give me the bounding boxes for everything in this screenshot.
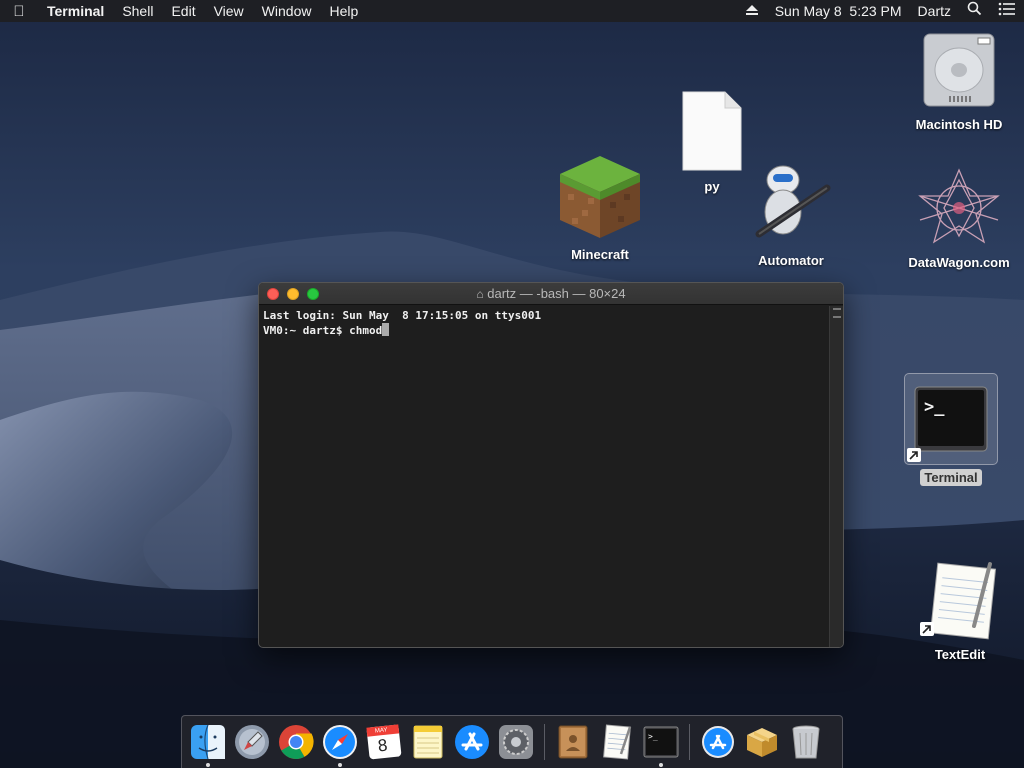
- terminal-window[interactable]: ⌂ dartz — -bash — 80×24 Last login: Sun …: [258, 282, 844, 648]
- selection-highlight: >_: [904, 373, 998, 465]
- terminal-icon: >_: [643, 726, 679, 758]
- last-login-line: Last login: Sun May 8 17:15:05 on ttys00…: [263, 309, 542, 322]
- dock-item-notes[interactable]: [408, 720, 448, 764]
- gear-icon: [499, 725, 533, 759]
- home-icon: ⌂: [476, 287, 484, 301]
- maximize-button[interactable]: [307, 287, 319, 300]
- desktop-icon-terminal[interactable]: >_ Terminal: [904, 373, 998, 486]
- dock-item-packages[interactable]: [742, 720, 782, 764]
- package-box-icon: [747, 728, 777, 757]
- apple-icon[interactable]: : [0, 3, 38, 20]
- alias-arrow-icon: [907, 448, 921, 462]
- menu-shell[interactable]: Shell: [113, 0, 162, 22]
- safari-compass-icon: [323, 725, 357, 759]
- menu-edit[interactable]: Edit: [162, 0, 204, 22]
- calendar-day: 8: [376, 735, 389, 756]
- menu-bar:  Terminal Shell Edit View Window Help S…: [0, 0, 1024, 22]
- terminal-app-icon: >_: [914, 386, 988, 452]
- menu-app-terminal[interactable]: Terminal: [38, 0, 113, 22]
- dock-item-finder[interactable]: [188, 720, 228, 767]
- window-title-text: dartz — -bash — 80×24: [487, 286, 626, 301]
- running-indicator: [659, 763, 663, 767]
- desktop-icon-automator[interactable]: Automator: [748, 160, 834, 268]
- shell-prompt: VM0:~ dartz$: [263, 324, 350, 337]
- notes-icon: [413, 725, 443, 759]
- scrollbar-grip[interactable]: [833, 308, 841, 318]
- desktop-icon-datawagon[interactable]: DataWagon.com: [900, 168, 1018, 270]
- dock-item-trash[interactable]: [786, 720, 826, 764]
- command-input[interactable]: chmod: [349, 324, 382, 337]
- desktop-icon-macintosh-hd[interactable]: Macintosh HD: [905, 30, 1013, 132]
- svg-text:>_: >_: [648, 732, 658, 741]
- window-title: ⌂ dartz — -bash — 80×24: [259, 286, 843, 301]
- textedit-app-icon: [920, 562, 997, 640]
- desktop-icon-textedit[interactable]: TextEdit: [912, 560, 1008, 662]
- dock-item-contacts[interactable]: [553, 720, 593, 764]
- prompt-line: VM0:~ dartz$ chmod: [263, 323, 825, 338]
- text-cursor: [382, 323, 390, 336]
- dock: MAY 8 >_: [181, 715, 843, 768]
- menu-window[interactable]: Window: [253, 0, 321, 22]
- chrome-icon: [279, 725, 314, 759]
- finder-icon: [191, 724, 225, 760]
- desktop-icon-label: DataWagon.com: [908, 255, 1010, 270]
- dock-separator: [689, 724, 690, 760]
- dock-item-downloads[interactable]: [698, 720, 738, 764]
- dock-item-launchpad[interactable]: [232, 720, 272, 764]
- running-indicator: [206, 763, 210, 767]
- close-button[interactable]: [267, 287, 279, 300]
- running-indicator: [338, 763, 342, 767]
- terminal-titlebar[interactable]: ⌂ dartz — -bash — 80×24: [259, 283, 843, 305]
- downloads-stack-icon: [702, 726, 734, 758]
- minecraft-block-icon: [560, 156, 640, 238]
- menu-help[interactable]: Help: [320, 0, 367, 22]
- svg-text:>_: >_: [924, 397, 945, 417]
- desktop-icon-label: Minecraft: [571, 247, 629, 262]
- document-icon: [682, 91, 742, 171]
- dock-item-chrome[interactable]: [276, 720, 316, 764]
- datawagon-star-icon: [918, 168, 1000, 244]
- dock-item-textedit[interactable]: [597, 720, 637, 764]
- contacts-book-icon: [558, 725, 588, 759]
- minimize-button[interactable]: [287, 287, 299, 300]
- desktop-icon-py[interactable]: py: [670, 90, 754, 194]
- menu-view[interactable]: View: [205, 0, 253, 22]
- app-store-icon: [455, 725, 489, 759]
- desktop-icon-label: py: [704, 179, 720, 194]
- desktop-icon-minecraft[interactable]: Minecraft: [552, 154, 648, 262]
- desktop-icon-label: TextEdit: [934, 647, 986, 662]
- spotlight-search-icon[interactable]: [959, 0, 990, 22]
- dock-item-terminal[interactable]: >_: [641, 720, 681, 767]
- eject-icon[interactable]: [737, 0, 767, 22]
- terminal-scrollbar[interactable]: [829, 306, 843, 647]
- automator-robot-icon: [755, 165, 831, 238]
- desktop-icon-label: Terminal: [920, 469, 982, 486]
- trash-icon: [792, 725, 820, 759]
- dock-separator: [544, 724, 545, 760]
- hard-drive-icon: [923, 33, 995, 107]
- window-controls: [259, 287, 319, 300]
- textedit-icon: [603, 724, 632, 760]
- dock-item-safari[interactable]: [320, 720, 360, 767]
- terminal-content[interactable]: Last login: Sun May 8 17:15:05 on ttys00…: [259, 306, 829, 647]
- dock-item-system-preferences[interactable]: [496, 720, 536, 764]
- desktop-icon-label: Automator: [758, 253, 824, 268]
- dock-item-app-store[interactable]: [452, 720, 492, 764]
- launchpad-rocket-icon: [235, 725, 269, 759]
- menubar-user[interactable]: Dartz: [910, 0, 959, 22]
- desktop-icon-label: Macintosh HD: [915, 117, 1003, 132]
- notification-center-icon[interactable]: [990, 0, 1024, 22]
- dock-item-calendar[interactable]: MAY 8: [364, 720, 404, 764]
- menubar-clock[interactable]: Sun May 8 5:23 PM: [767, 0, 910, 22]
